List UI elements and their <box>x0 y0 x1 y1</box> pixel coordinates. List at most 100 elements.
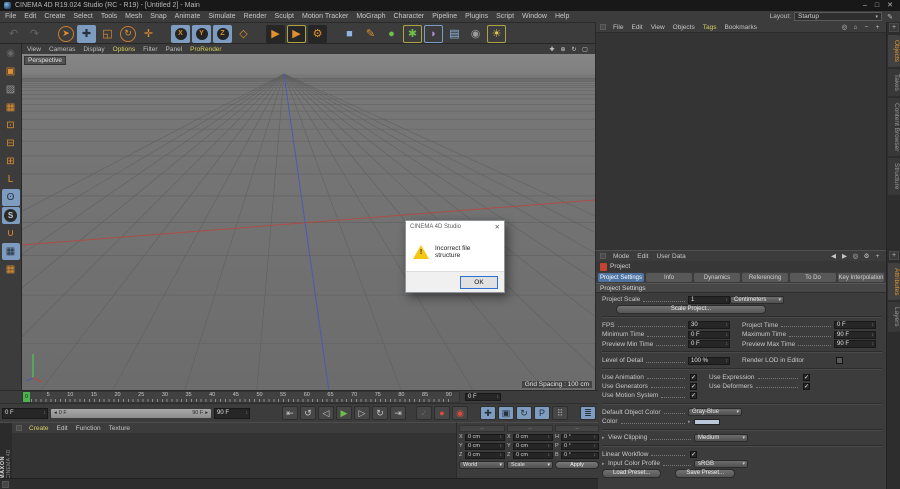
menu-item-filter[interactable]: Filter <box>143 46 157 53</box>
snap-button[interactable]: S <box>1 207 20 224</box>
dropdown-centimeters[interactable]: Centimeters ▾ <box>730 295 784 304</box>
menu-item-simulate[interactable]: Simulate <box>208 13 235 20</box>
checkbox[interactable]: ✓ <box>803 373 810 381</box>
light-button[interactable]: ☀ <box>487 25 506 43</box>
menu-item-snap[interactable]: Snap <box>150 13 166 20</box>
menu-item-render[interactable]: Render <box>244 13 267 20</box>
panel-grip-icon[interactable] <box>600 24 606 30</box>
record-options-button[interactable]: ✓ <box>416 406 432 420</box>
side-tab-objects[interactable]: Objects <box>888 35 900 68</box>
preview-range-slider[interactable]: ◂ 0 F 90 F ▸ <box>50 407 212 419</box>
menu-item-tools[interactable]: Tools <box>101 13 117 20</box>
coordinate-field[interactable]: 0 ° ↕ <box>561 451 599 459</box>
search-icon[interactable]: ◎ <box>840 23 849 32</box>
settings-icon[interactable]: ⚙ <box>862 252 871 261</box>
menu-item-objects[interactable]: Objects <box>673 24 695 31</box>
live-selection-tool[interactable]: ➤ <box>58 25 74 42</box>
tab-key-interpolation[interactable]: Key Interpolation <box>838 273 884 282</box>
move-tool[interactable]: ✚ <box>77 24 96 43</box>
menu-item-edit[interactable]: Edit <box>24 13 36 20</box>
lock-y-axis[interactable]: Y <box>192 24 211 43</box>
dropdown-scale[interactable]: Scale ▾ <box>507 460 553 469</box>
pan-view-icon[interactable]: ✚ <box>547 45 557 54</box>
numeric-field[interactable]: 90 F ↕ <box>834 340 876 349</box>
keyframe-scale-button[interactable]: ▣ <box>498 406 514 420</box>
go-to-start-button[interactable]: ⇤ <box>282 406 298 420</box>
coordinate-field[interactable]: 0 ° ↕ <box>561 433 599 441</box>
planar-workplane-button[interactable]: ▦ <box>2 261 20 278</box>
axis-mode-button[interactable]: L <box>2 171 20 188</box>
range-start-field[interactable]: 0 F ↕ <box>2 407 48 419</box>
material-manager[interactable]: MAXON CINEMA 4D Create Edit Function Textur… <box>0 422 456 479</box>
numeric-field[interactable]: 30 ↕ <box>688 321 730 330</box>
button-apply[interactable]: Apply <box>555 460 599 469</box>
checkbox[interactable]: ✓ <box>690 373 697 381</box>
points-mode-button[interactable]: ⊡ <box>2 117 20 134</box>
lock-workplane-button[interactable]: ▦ <box>1 243 20 260</box>
viewport-solo-button[interactable]: ʘ <box>1 189 20 206</box>
maximize-view-icon[interactable]: ▢ <box>580 45 590 54</box>
render-view-button[interactable]: ▶ <box>266 24 285 43</box>
menu-item-options[interactable]: Options <box>113 46 135 53</box>
last-used-tool[interactable]: ✛ <box>139 25 158 43</box>
menu-item-create[interactable]: Create <box>44 13 65 20</box>
panel-grip-icon[interactable] <box>16 425 22 431</box>
checkbox[interactable]: ✓ <box>690 450 697 458</box>
menu-item-function[interactable]: Function <box>76 425 101 432</box>
render-picture-viewer-button[interactable]: ▶ <box>287 24 306 43</box>
menu-item-character[interactable]: Character <box>394 13 425 20</box>
color-swatch[interactable] <box>694 418 720 425</box>
button-load-preset-[interactable]: Load Preset... <box>602 468 662 478</box>
coordinate-field[interactable]: 0 cm ↕ <box>465 442 505 450</box>
generators-button[interactable]: ✱ <box>403 25 422 43</box>
scale-tool[interactable]: ◱ <box>98 25 117 43</box>
zoom-view-icon[interactable]: ⊕ <box>558 45 568 54</box>
back-arrow-icon[interactable]: ◀ <box>829 252 838 261</box>
dropdown-world[interactable]: World ▾ <box>459 460 505 469</box>
coordinate-field[interactable]: 0 cm ↕ <box>513 442 553 450</box>
autokeying-button[interactable]: ◉ <box>452 406 468 420</box>
expand-panel-icon[interactable]: + <box>873 252 882 261</box>
coordinate-field[interactable]: 0 cm ↕ <box>513 433 553 441</box>
menu-item-help[interactable]: Help <box>555 13 569 20</box>
lock-z-axis[interactable]: Z <box>213 24 232 43</box>
expand-panel-icon[interactable]: + <box>889 251 899 260</box>
button-save-preset-[interactable]: Save Preset... <box>675 468 736 478</box>
checkbox[interactable]: ✓ <box>803 382 810 390</box>
dialog-title-bar[interactable]: CINEMA 4D Studio ✕ <box>406 221 504 233</box>
keyframe-pla-button[interactable]: ⠿ <box>552 406 568 420</box>
dropdown-medium[interactable]: Medium ▾ <box>694 433 748 442</box>
forward-arrow-icon[interactable]: ▶ <box>840 252 849 261</box>
menu-item-edit[interactable]: Edit <box>631 24 642 31</box>
menu-item-cameras[interactable]: Cameras <box>49 46 75 53</box>
checkbox[interactable]: ✓ <box>690 392 697 400</box>
menu-item-create[interactable]: Create <box>29 425 49 432</box>
coordinate-column-header[interactable]: – <box>507 425 553 432</box>
menu-item-prorender[interactable]: ProRender <box>190 46 221 53</box>
side-tab-structure[interactable]: Structure <box>888 158 900 195</box>
side-tab-attributes[interactable]: Attributes <box>888 263 900 301</box>
undo-icon[interactable]: ↶ <box>4 25 23 43</box>
play-forwards-button[interactable]: ▶ <box>336 406 352 420</box>
maximize-button[interactable]: □ <box>875 1 879 10</box>
menu-item-sculpt[interactable]: Sculpt <box>275 13 294 20</box>
dropdown-srgb[interactable]: sRGB ▾ <box>694 459 748 468</box>
polygons-mode-button[interactable]: ⊞ <box>2 153 20 170</box>
tab-referencing[interactable]: Referencing <box>742 273 788 282</box>
lock-x-axis[interactable]: X <box>171 24 190 43</box>
dropdown-gray-blue[interactable]: Gray-Blue ▾ <box>688 408 742 417</box>
coordinate-field[interactable]: 0 cm ↕ <box>465 451 505 459</box>
menu-item-view[interactable]: View <box>651 24 665 31</box>
texture-mode-button[interactable]: ▨ <box>2 81 20 98</box>
numeric-field[interactable]: 1 ↕ <box>688 295 730 304</box>
menu-item-pipeline[interactable]: Pipeline <box>432 13 457 20</box>
redo-icon[interactable]: ↷ <box>25 25 44 43</box>
menu-item-window[interactable]: Window <box>522 13 547 20</box>
customize-layout-icon[interactable]: ✎ <box>885 12 895 21</box>
menu-item-file[interactable]: File <box>5 13 16 20</box>
side-tab-content-browser[interactable]: Content Browser <box>888 98 900 157</box>
tab-project-settings[interactable]: Project Settings <box>598 273 644 282</box>
coordinate-system-toggle[interactable]: ◇ <box>234 25 253 43</box>
loop-button[interactable]: ↻ <box>372 406 388 420</box>
menu-item-select[interactable]: Select <box>73 13 92 20</box>
